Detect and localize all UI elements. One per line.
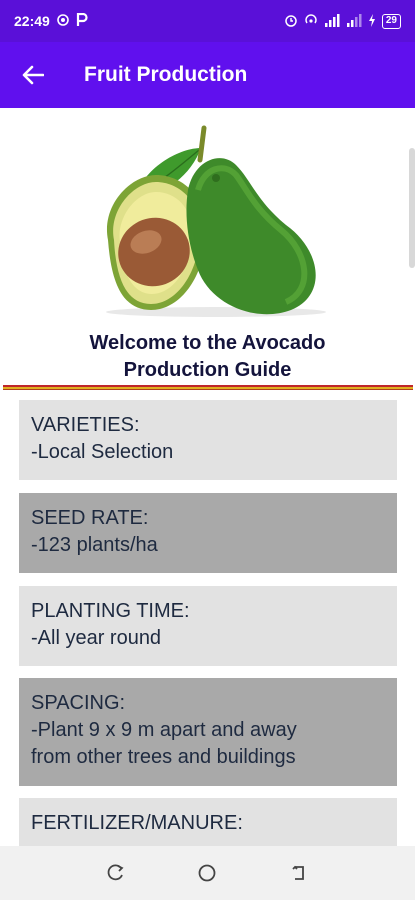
home-icon [199, 864, 216, 882]
content-scroll-area[interactable]: Welcome to the Avocado Production Guide … [0, 108, 415, 846]
card-heading: SEED RATE: [31, 507, 149, 529]
sync-icon [56, 13, 70, 29]
divider [3, 385, 413, 390]
card-heading: PLANTING TIME: [31, 600, 190, 622]
battery-level: 29 [381, 13, 401, 29]
card-heading: FERTILIZER/MANURE: [31, 812, 243, 834]
avocado-image [106, 125, 326, 317]
alarm-icon [284, 13, 298, 29]
welcome-heading: Welcome to the Avocado Production Guide [0, 330, 415, 384]
card-text: -Local Selection [31, 441, 174, 463]
card-text: -123 plants/ha [31, 534, 158, 556]
card-planting-time: PLANTING TIME: -All year round [19, 586, 397, 666]
card-text: -All year round [31, 627, 162, 649]
signal-icon [324, 13, 340, 29]
system-back-button[interactable] [284, 858, 314, 888]
card-fertilizer: FERTILIZER/MANURE: [19, 798, 397, 846]
status-time: 22:49 [14, 13, 50, 29]
page-title: Fruit Production [84, 63, 248, 86]
parking-icon [76, 12, 88, 29]
system-nav-bar [0, 846, 415, 900]
welcome-line-1: Welcome to the Avocado [89, 332, 326, 354]
signal-icon [346, 13, 362, 29]
recent-apps-icon [107, 864, 124, 881]
card-spacing: SPACING: -Plant 9 x 9 m apart and away f… [19, 678, 397, 786]
status-right: 29 [284, 13, 401, 29]
home-button[interactable] [192, 858, 222, 888]
card-seed-rate: SEED RATE: -123 plants/ha [19, 493, 397, 573]
card-varieties: VARIETIES: -Local Selection [19, 400, 397, 480]
status-left: 22:49 [14, 12, 88, 29]
status-bar: 22:49 29 [0, 0, 415, 42]
card-heading: SPACING: [31, 692, 126, 714]
arrow-left-icon [22, 65, 44, 85]
back-icon [292, 865, 305, 880]
card-text: -Plant 9 x 9 m apart and away [31, 719, 297, 741]
hotspot-icon [304, 13, 318, 29]
charging-icon [368, 13, 376, 29]
app-bar: Fruit Production [0, 42, 415, 108]
card-text: from other trees and buildings [31, 746, 296, 768]
scrollbar[interactable] [409, 148, 415, 268]
back-button[interactable] [0, 42, 66, 108]
recent-apps-button[interactable] [101, 858, 131, 888]
card-heading: VARIETIES: [31, 414, 140, 436]
welcome-line-2: Production Guide [123, 359, 292, 381]
